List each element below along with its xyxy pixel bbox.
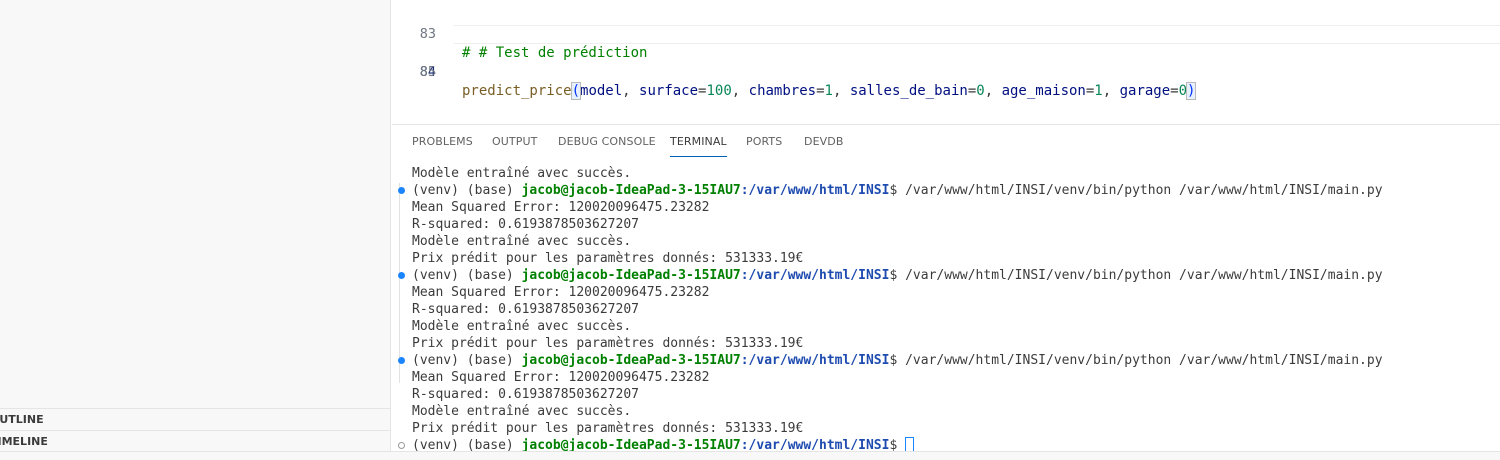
separator: , xyxy=(622,83,640,99)
arg-name: chambres xyxy=(748,83,817,99)
command-success-dot-icon[interactable] xyxy=(398,357,405,364)
arg-value: 0 xyxy=(1178,83,1188,99)
arg-value: 0 xyxy=(976,83,985,99)
terminal-line: Modèle entraîné avec succès. xyxy=(412,404,632,419)
arg-name: surface xyxy=(639,83,699,99)
explorer-sidebar: OUTLINE TIMELINE xyxy=(0,0,391,460)
terminal-line: R-squared: 0.6193878503627207 xyxy=(412,387,639,402)
arg-value: 1 xyxy=(824,83,833,99)
terminal-cursor[interactable] xyxy=(905,437,915,452)
bottom-panel: PROBLEMS OUTPUT DEBUG CONSOLE TERMINAL P… xyxy=(392,124,1500,453)
tab-output[interactable]: OUTPUT xyxy=(492,135,537,157)
prompt-env: (venv) (base) xyxy=(412,353,522,368)
terminal-command: /var/www/html/INSI/venv/bin/python /var/… xyxy=(905,268,1383,283)
prompt-user-host: jacob@jacob-IdeaPad-3-15IAU7 xyxy=(521,183,741,198)
close-paren: ) xyxy=(1185,82,1197,100)
prompt-cwd: :/var/www/html/INSI xyxy=(740,353,890,368)
terminal-command-guide xyxy=(399,183,400,383)
terminal-line: Modèle entraîné avec succès. xyxy=(412,166,632,181)
arg-name: garage xyxy=(1119,83,1171,99)
terminal-line: R-squared: 0.6193878503627207 xyxy=(412,302,639,317)
terminal-prompt-line: (venv) (base) jacob@jacob-IdeaPad-3-15IA… xyxy=(398,182,1492,199)
arg-value: 100 xyxy=(706,83,732,99)
terminal-output[interactable]: Modèle entraîné avec succès. (venv) (bas… xyxy=(398,165,1492,454)
arg-name: model xyxy=(580,83,623,99)
terminal-line: Mean Squared Error: 120020096475.23282 xyxy=(412,285,710,300)
terminal-line: Mean Squared Error: 120020096475.23282 xyxy=(412,200,710,215)
tab-problems[interactable]: PROBLEMS xyxy=(412,135,473,157)
current-line-highlight xyxy=(454,25,1500,44)
prompt-user-host: jacob@jacob-IdeaPad-3-15IAU7 xyxy=(521,353,741,368)
separator: , xyxy=(832,83,850,99)
terminal-line: R-squared: 0.6193878503627207 xyxy=(412,217,639,232)
panel-tabs: PROBLEMS OUTPUT DEBUG CONSOLE TERMINAL P… xyxy=(392,125,1500,159)
terminal-line: Modèle entraîné avec succès. xyxy=(412,319,632,334)
terminal-line: Prix prédit pour les paramètres donnés: … xyxy=(412,251,804,266)
outline-section-header[interactable]: OUTLINE xyxy=(0,408,391,430)
prompt-env: (venv) (base) xyxy=(412,183,522,198)
open-paren: ( xyxy=(570,82,582,100)
code-text: predict_price(model, surface=100, chambr… xyxy=(462,82,1197,101)
line-number: 85 xyxy=(419,64,436,80)
separator: , xyxy=(731,83,749,99)
arg-name: salles_de_bain xyxy=(849,83,968,99)
equals: = xyxy=(1170,83,1179,99)
terminal-line: Prix prédit pour les paramètres donnés: … xyxy=(412,421,804,436)
prompt-cwd: :/var/www/html/INSI xyxy=(740,268,890,283)
timeline-section-header[interactable]: TIMELINE xyxy=(0,430,391,452)
arg-name: age_maison xyxy=(1001,83,1086,99)
arg-value: 1 xyxy=(1094,83,1103,99)
terminal-prompt-line: (venv) (base) jacob@jacob-IdeaPad-3-15IA… xyxy=(398,352,1492,369)
code-line-current: 84 predict_price(model, surface=100, cha… xyxy=(392,25,1500,100)
terminal-command: /var/www/html/INSI/venv/bin/python /var/… xyxy=(905,353,1383,368)
code-editor[interactable]: 83 # # Test de prédiction 84 predict_pri… xyxy=(392,0,1500,124)
tab-debug-console[interactable]: DEBUG CONSOLE xyxy=(558,135,656,157)
terminal-line: Prix prédit pour les paramètres donnés: … xyxy=(412,336,804,351)
code-line: 85 xyxy=(392,44,1500,80)
command-success-dot-icon[interactable] xyxy=(398,272,405,279)
prompt-symbol: $ xyxy=(889,353,906,368)
tab-terminal[interactable]: TERMINAL xyxy=(670,135,727,157)
terminal-command: /var/www/html/INSI/venv/bin/python /var/… xyxy=(905,183,1383,198)
prompt-cwd: :/var/www/html/INSI xyxy=(740,183,890,198)
separator: , xyxy=(984,83,1002,99)
terminal-line: Mean Squared Error: 120020096475.23282 xyxy=(412,370,710,385)
status-bar xyxy=(0,451,1500,460)
code-line: 83 # # Test de prédiction xyxy=(392,6,1500,61)
terminal-line: Modèle entraîné avec succès. xyxy=(412,234,632,249)
separator: , xyxy=(1102,83,1120,99)
tab-devdb[interactable]: DEVDB xyxy=(804,135,843,157)
terminal-prompt-line: (venv) (base) jacob@jacob-IdeaPad-3-15IA… xyxy=(398,267,1492,284)
prompt-user-host: jacob@jacob-IdeaPad-3-15IAU7 xyxy=(521,268,741,283)
equals: = xyxy=(967,83,977,99)
prompt-symbol: $ xyxy=(889,268,906,283)
prompt-env: (venv) (base) xyxy=(412,268,522,283)
command-pending-dot-icon xyxy=(398,442,405,449)
command-success-dot-icon[interactable] xyxy=(398,187,405,194)
function-name: predict_price xyxy=(462,83,572,99)
equals: = xyxy=(816,83,825,99)
prompt-symbol: $ xyxy=(889,183,906,198)
tab-ports[interactable]: PORTS xyxy=(746,135,782,157)
